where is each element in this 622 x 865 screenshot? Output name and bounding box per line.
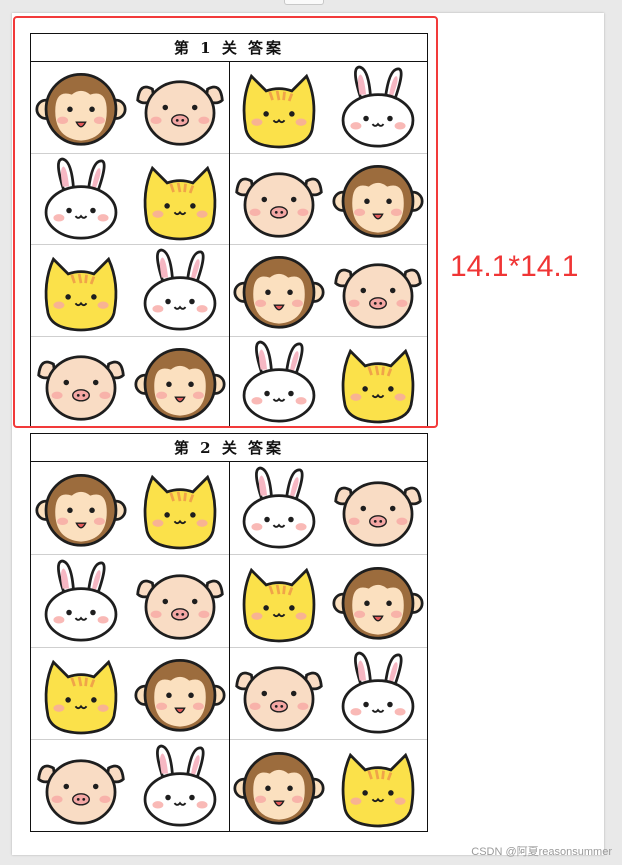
pig-face-icon <box>36 759 125 825</box>
grid-cell <box>31 555 130 648</box>
grid-cell <box>130 462 229 555</box>
rabbit-face-icon <box>143 744 216 827</box>
pig-face-icon <box>234 666 323 733</box>
window-top-tab <box>284 0 324 5</box>
grid-cell <box>328 648 427 741</box>
rabbit-face-icon <box>341 651 414 734</box>
monkey-face-icon <box>133 659 226 733</box>
cat-face-icon <box>143 474 216 550</box>
answer-sheet-level-2: 第 2 关 答案 <box>30 433 428 832</box>
grid-cell <box>130 740 229 832</box>
cat-face-icon <box>341 752 414 828</box>
grid-cell <box>31 648 130 741</box>
grid-cell <box>130 555 229 648</box>
rabbit-face-icon <box>242 466 315 549</box>
grid-cell <box>328 740 427 832</box>
grid-cell <box>31 462 130 555</box>
grid-cell <box>328 555 427 648</box>
grid-cell <box>229 740 328 832</box>
pig-face-icon <box>333 481 422 547</box>
red-highlight-box <box>13 16 438 428</box>
grid-cell <box>31 740 130 832</box>
grid-cell <box>130 648 229 741</box>
pig-face-icon <box>135 573 224 640</box>
dimension-annotation: 14.1*14.1 <box>450 250 579 283</box>
cat-face-icon <box>242 567 315 643</box>
watermark: CSDN @阿夏reasonsummer <box>471 846 612 858</box>
monkey-face-icon <box>232 752 325 825</box>
rabbit-face-icon <box>44 559 117 642</box>
animal-grid <box>31 462 427 832</box>
monkey-face-icon <box>331 566 424 640</box>
grid-cell <box>229 462 328 555</box>
sheet-title: 第 2 关 答案 <box>31 434 427 462</box>
grid-cell <box>328 462 427 555</box>
cat-face-icon <box>44 660 117 735</box>
monkey-face-icon <box>34 473 127 547</box>
grid-cell <box>229 555 328 648</box>
grid-cell <box>229 648 328 741</box>
